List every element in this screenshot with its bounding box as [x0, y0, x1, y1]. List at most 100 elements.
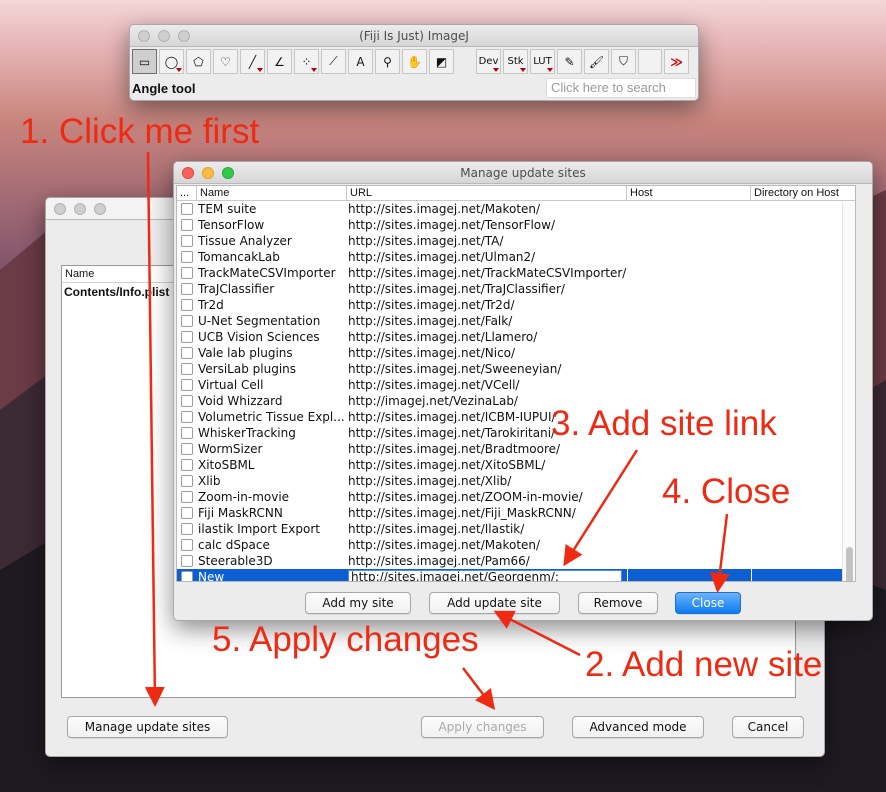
site-url-cell[interactable]: http://sites.imagej.net/Ulman2/ — [347, 249, 627, 265]
site-name-cell[interactable]: Steerable3D — [197, 553, 347, 569]
dev-menu-icon[interactable]: Dev — [476, 49, 501, 74]
polygon-tool-icon[interactable]: ⬠ — [186, 49, 211, 74]
table-row[interactable]: Tissue Analyzer http://sites.imagej.net/T… — [177, 233, 855, 249]
site-directory-cell[interactable] — [751, 249, 855, 265]
magnifier-tool-icon[interactable]: ⚲ — [375, 49, 400, 74]
table-row[interactable]: UCB Vision Sciences http://sites.imagej.n… — [177, 329, 855, 345]
site-name-cell[interactable]: WormSizer — [197, 441, 347, 457]
site-directory-cell[interactable] — [751, 217, 855, 233]
site-checkbox[interactable] — [181, 523, 193, 535]
site-directory-cell[interactable] — [751, 537, 855, 553]
site-name-cell[interactable]: Void Whizzard — [197, 393, 347, 409]
site-directory-cell[interactable] — [751, 233, 855, 249]
table-row[interactable]: VersiLab plugins http://sites.imagej.net/… — [177, 361, 855, 377]
site-checkbox[interactable] — [181, 459, 193, 471]
dropper-tool-icon[interactable]: ◩ — [429, 49, 454, 74]
cancel-button[interactable]: Cancel — [732, 716, 804, 738]
site-directory-cell[interactable] — [751, 521, 855, 537]
site-directory-cell[interactable] — [751, 345, 855, 361]
site-checkbox[interactable] — [181, 299, 193, 311]
site-name-cell[interactable]: Zoom-in-movie — [197, 489, 347, 505]
site-name-cell[interactable]: WhiskerTracking — [197, 425, 347, 441]
site-host-cell[interactable] — [627, 457, 751, 473]
site-checkbox[interactable] — [181, 379, 193, 391]
site-url-cell[interactable]: http://sites.imagej.net/TrackMateCSVImpo… — [347, 265, 627, 281]
site-directory-cell[interactable] — [751, 297, 855, 313]
table-row[interactable]: Vale lab plugins http://sites.imagej.net/… — [177, 345, 855, 361]
site-name-cell[interactable]: calc dSpace — [197, 537, 347, 553]
site-name-cell[interactable]: TomancakLab — [197, 249, 347, 265]
minimize-window-icon[interactable] — [158, 30, 170, 42]
table-row[interactable]: Tr2d http://sites.imagej.net/Tr2d/ — [177, 297, 855, 313]
rectangle-tool-icon[interactable]: ▭ — [132, 49, 157, 74]
site-host-cell[interactable] — [627, 249, 751, 265]
table-scrollbar[interactable] — [842, 202, 855, 581]
site-checkbox[interactable] — [181, 363, 193, 375]
site-directory-cell[interactable] — [751, 313, 855, 329]
stk-menu-icon[interactable]: Stk — [503, 49, 528, 74]
angle-tool-icon[interactable]: ∠ — [267, 49, 292, 74]
flood-fill-tool-icon[interactable]: ⛉ — [611, 49, 636, 74]
site-directory-cell[interactable] — [751, 201, 855, 217]
site-url-cell[interactable]: http://sites.imagej.net/Pam66/ — [347, 553, 627, 569]
wand-tool-icon[interactable]: ⟋ — [321, 49, 346, 74]
site-directory-cell[interactable] — [751, 329, 855, 345]
site-url-cell[interactable]: http://sites.imagej.net/Tr2d/ — [347, 297, 627, 313]
minimize-window-icon[interactable] — [74, 203, 86, 215]
site-host-cell[interactable] — [627, 537, 751, 553]
site-host-cell[interactable] — [627, 217, 751, 233]
site-url-cell[interactable]: http://sites.imagej.net/TraJClassifier/ — [347, 281, 627, 297]
site-name-cell[interactable]: VersiLab plugins — [197, 361, 347, 377]
site-host-cell[interactable] — [627, 201, 751, 217]
oval-tool-icon[interactable]: ◯ — [159, 49, 184, 74]
table-row[interactable]: Steerable3D http://sites.imagej.net/Pam66… — [177, 553, 855, 569]
site-url-cell[interactable]: http://sites.imagej.net/TA/ — [347, 233, 627, 249]
site-name-cell[interactable]: Vale lab plugins — [197, 345, 347, 361]
column-header-url[interactable]: URL — [347, 186, 627, 200]
table-row-new[interactable]: New http://sites.imagej.net/Georgenm/: — [177, 569, 855, 581]
column-header-directory[interactable]: Directory on Host — [751, 186, 855, 200]
site-checkbox[interactable] — [181, 315, 193, 327]
manage-update-sites-button[interactable]: Manage update sites — [67, 716, 228, 738]
zoom-window-icon[interactable] — [94, 203, 106, 215]
site-checkbox[interactable] — [181, 411, 193, 423]
site-checkbox[interactable] — [181, 267, 193, 279]
site-checkbox[interactable] — [181, 571, 193, 581]
site-checkbox[interactable] — [181, 475, 193, 487]
site-checkbox[interactable] — [181, 219, 193, 231]
site-checkbox[interactable] — [181, 491, 193, 503]
site-checkbox[interactable] — [181, 347, 193, 359]
site-checkbox[interactable] — [181, 331, 193, 343]
site-name-cell[interactable]: Virtual Cell — [197, 377, 347, 393]
freehand-tool-icon[interactable]: ♡ — [213, 49, 238, 74]
site-checkbox[interactable] — [181, 443, 193, 455]
site-checkbox[interactable] — [181, 539, 193, 551]
site-url-cell[interactable]: http://sites.imagej.net/Nico/ — [347, 345, 627, 361]
close-window-icon[interactable] — [54, 203, 66, 215]
table-row[interactable]: XitoSBML http://sites.imagej.net/XitoSBML… — [177, 457, 855, 473]
site-name-cell[interactable]: Fiji MaskRCNN — [197, 505, 347, 521]
minimize-window-icon[interactable] — [202, 167, 214, 179]
table-row[interactable]: Virtual Cell http://sites.imagej.net/VCel… — [177, 377, 855, 393]
site-host-cell[interactable] — [627, 569, 751, 581]
column-header-host[interactable]: Host — [627, 186, 751, 200]
table-row[interactable]: calc dSpace http://sites.imagej.net/Makot… — [177, 537, 855, 553]
site-host-cell[interactable] — [627, 297, 751, 313]
advanced-mode-button[interactable]: Advanced mode — [572, 716, 704, 738]
site-checkbox[interactable] — [181, 507, 193, 519]
site-host-cell[interactable] — [627, 313, 751, 329]
site-url-cell[interactable]: http://sites.imagej.net/ZOOM-in-movie/ — [347, 489, 627, 505]
site-checkbox[interactable] — [181, 395, 193, 407]
site-checkbox[interactable] — [181, 251, 193, 263]
lut-menu-icon[interactable]: LUT — [530, 49, 555, 74]
site-name-cell[interactable]: TensorFlow — [197, 217, 347, 233]
site-url-cell[interactable]: http://sites.imagej.net/Falk/ — [347, 313, 627, 329]
site-name-cell[interactable]: Volumetric Tissue Expl... — [197, 409, 347, 425]
site-host-cell[interactable] — [627, 281, 751, 297]
site-name-cell[interactable]: TraJClassifier — [197, 281, 347, 297]
zoom-window-icon[interactable] — [222, 167, 234, 179]
site-name-cell[interactable]: ilastik Import Export — [197, 521, 347, 537]
site-checkbox[interactable] — [181, 283, 193, 295]
pencil-tool-icon[interactable]: ✎ — [557, 49, 582, 74]
add-my-site-button[interactable]: Add my site — [305, 592, 411, 614]
